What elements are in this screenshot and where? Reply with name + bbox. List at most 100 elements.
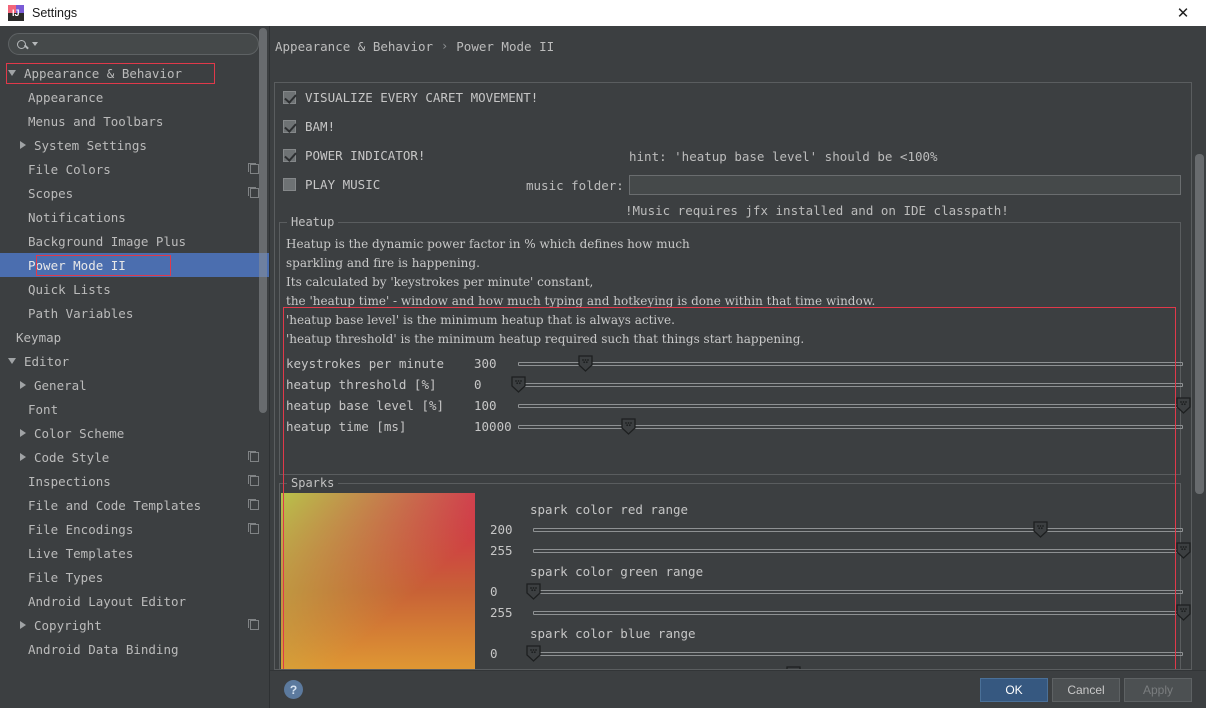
music-folder-input[interactable] xyxy=(629,175,1181,195)
checkbox-visualize-every-caret-movement[interactable] xyxy=(283,91,296,104)
main-scrollbar[interactable] xyxy=(1195,154,1204,494)
copy-settings-icon[interactable] xyxy=(248,163,259,174)
spark-range-thumb[interactable] xyxy=(1176,542,1191,559)
sidebar-item-font[interactable]: Font xyxy=(0,397,269,421)
sidebar-item-file-encodings[interactable]: File Encodings xyxy=(0,517,269,541)
sidebar-item-keymap[interactable]: Keymap xyxy=(0,325,269,349)
sidebar-item-code-style[interactable]: Code Style xyxy=(0,445,269,469)
spark-range-value: 0 xyxy=(490,584,498,599)
sidebar-item-label: File Colors xyxy=(28,161,111,177)
search-icon xyxy=(17,39,26,49)
spark-range-thumb[interactable] xyxy=(526,645,541,662)
sidebar-item-notifications[interactable]: Notifications xyxy=(0,205,269,229)
checkbox-bam[interactable] xyxy=(283,120,296,133)
spark-range-track[interactable] xyxy=(533,549,1183,553)
music-warning-text: !Music requires jfx installed and on IDE… xyxy=(625,203,1009,218)
dialog-footer: ? OK Cancel Apply xyxy=(270,670,1206,708)
settings-tree[interactable]: Appearance & Behavior Appearance Menus and… xyxy=(0,61,269,661)
sidebar-item-color-scheme[interactable]: Color Scheme xyxy=(0,421,269,445)
sidebar-item-general[interactable]: General xyxy=(0,373,269,397)
close-icon[interactable]: ✕ xyxy=(1160,0,1206,26)
sidebar-item-label: Android Layout Editor xyxy=(28,593,187,609)
spark-range-track[interactable] xyxy=(533,652,1183,656)
intellij-idea-icon: IJ xyxy=(8,5,24,21)
sidebar-item-appearance-behavior[interactable]: Appearance & Behavior xyxy=(0,61,269,85)
spark-range-track[interactable] xyxy=(533,590,1183,594)
slider-value: 0 xyxy=(474,377,482,392)
checkbox-play-music[interactable] xyxy=(283,178,296,191)
settings-sidebar: Appearance & Behavior Appearance Menus and… xyxy=(0,26,270,708)
slider-value: 10000 xyxy=(474,419,512,434)
chevron-down-icon[interactable] xyxy=(32,42,38,46)
chevron-down-icon[interactable] xyxy=(8,358,16,364)
spark-range-thumb[interactable] xyxy=(1176,604,1191,621)
chevron-right-icon[interactable] xyxy=(20,381,26,389)
ok-button[interactable]: OK xyxy=(980,677,1048,702)
copy-settings-icon[interactable] xyxy=(248,475,259,486)
copy-settings-icon[interactable] xyxy=(248,499,259,510)
spark-range-track[interactable] xyxy=(533,528,1183,532)
sidebar-item-copyright[interactable]: Copyright xyxy=(0,613,269,637)
sidebar-item-android-layout-editor[interactable]: Android Layout Editor xyxy=(0,589,269,613)
sidebar-item-live-templates[interactable]: Live Templates xyxy=(0,541,269,565)
checkbox-row: VISUALIZE EVERY CARET MOVEMENT! xyxy=(275,83,1191,112)
sidebar-item-android-data-binding[interactable]: Android Data Binding xyxy=(0,637,269,661)
sidebar-item-quick-lists[interactable]: Quick Lists xyxy=(0,277,269,301)
chevron-right-icon[interactable] xyxy=(20,621,26,629)
slider-thumb[interactable] xyxy=(621,418,636,435)
slider-track[interactable] xyxy=(518,383,1183,387)
sidebar-item-system-settings[interactable]: System Settings xyxy=(0,133,269,157)
slider-thumb[interactable] xyxy=(1176,397,1191,414)
sidebar-item-path-variables[interactable]: Path Variables xyxy=(0,301,269,325)
sidebar-item-file-colors[interactable]: File Colors xyxy=(0,157,269,181)
cancel-button[interactable]: Cancel xyxy=(1052,677,1120,702)
window-title: Settings xyxy=(32,6,78,20)
music-folder-label: music folder: xyxy=(526,178,624,193)
help-button[interactable]: ? xyxy=(284,680,303,699)
slider-track[interactable] xyxy=(518,362,1183,366)
chevron-down-icon[interactable] xyxy=(8,70,16,76)
sidebar-item-appearance[interactable]: Appearance xyxy=(0,85,269,109)
slider-label: heatup time [ms] xyxy=(286,419,407,434)
sidebar-item-label: General xyxy=(34,377,87,393)
breadcrumb-current: Power Mode II xyxy=(456,38,555,54)
sidebar-item-label: Editor xyxy=(24,353,70,369)
sidebar-item-file-types[interactable]: File Types xyxy=(0,565,269,589)
breadcrumb-parent[interactable]: Appearance & Behavior xyxy=(275,39,433,54)
sidebar-item-power-mode-ii[interactable]: Power Mode II xyxy=(0,253,269,277)
sidebar-item-file-and-code-templates[interactable]: File and Code Templates xyxy=(0,493,269,517)
checkbox-label: POWER INDICATOR! xyxy=(305,148,426,163)
sidebar-item-inspections[interactable]: Inspections xyxy=(0,469,269,493)
slider-track[interactable] xyxy=(518,425,1183,429)
sidebar-item-label: Live Templates xyxy=(28,545,134,561)
sidebar-item-label: Font xyxy=(28,401,59,417)
sidebar-scrollbar[interactable] xyxy=(259,28,267,413)
apply-button[interactable]: Apply xyxy=(1124,677,1192,702)
chevron-right-icon[interactable] xyxy=(20,141,26,149)
sidebar-item-menus-and-toolbars[interactable]: Menus and Toolbars xyxy=(0,109,269,133)
search-input[interactable] xyxy=(8,33,259,55)
spark-range-thumb[interactable] xyxy=(526,583,541,600)
sidebar-item-editor[interactable]: Editor xyxy=(0,349,269,373)
slider-track[interactable] xyxy=(518,404,1183,408)
spark-range-thumb[interactable] xyxy=(1033,521,1048,538)
chevron-right-icon[interactable] xyxy=(20,453,26,461)
sidebar-item-label: System Settings xyxy=(34,137,147,153)
chevron-right-icon[interactable] xyxy=(20,429,26,437)
heatup-description-line: Heatup is the dynamic power factor in % … xyxy=(286,237,690,251)
heatup-description-line: 'heatup base level' is the minimum heatu… xyxy=(286,313,675,327)
copy-settings-icon[interactable] xyxy=(248,523,259,534)
spark-range-value: 255 xyxy=(490,543,513,558)
sidebar-item-background-image-plus[interactable]: Background Image Plus xyxy=(0,229,269,253)
checkbox-power-indicator[interactable] xyxy=(283,149,296,162)
sidebar-item-scopes[interactable]: Scopes xyxy=(0,181,269,205)
sidebar-item-label: Background Image Plus xyxy=(28,233,187,249)
slider-label: heatup base level [%] xyxy=(286,398,445,413)
slider-thumb[interactable] xyxy=(577,355,593,372)
copy-settings-icon[interactable] xyxy=(248,187,259,198)
slider-thumb[interactable] xyxy=(511,376,526,393)
copy-settings-icon[interactable] xyxy=(248,619,259,630)
spark-range-track[interactable] xyxy=(533,611,1183,615)
copy-settings-icon[interactable] xyxy=(248,451,259,462)
window-titlebar: IJ Settings ✕ xyxy=(0,0,1206,26)
